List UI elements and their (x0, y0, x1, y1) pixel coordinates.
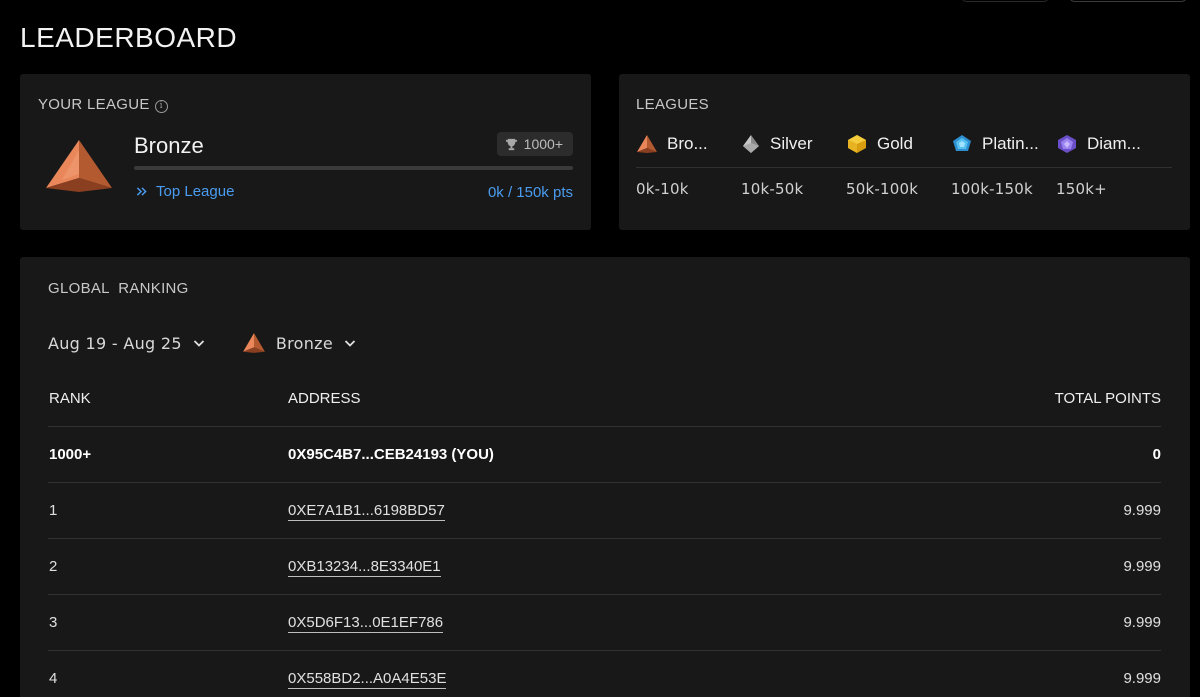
table-row: 2 0XB13234...8E3340E1 9.999 (48, 539, 1161, 595)
row-points: 9.999 (1123, 670, 1161, 687)
row-rank: 1000+ (49, 446, 92, 463)
col-rank-header: RANK (49, 389, 91, 407)
gold-gem-icon (848, 135, 866, 153)
page-title: LEADERBOARD (20, 22, 238, 53)
diamond-gem-icon (1058, 135, 1076, 153)
table-row: 3 0X5D6F13...0E1EF786 9.999 (48, 595, 1161, 651)
table-row-you: 1000+ 0X95C4B7...CEB24193 (YOU) 0 (48, 427, 1161, 483)
league-diamond: Diam... (1056, 134, 1172, 154)
row-points: 9.999 (1123, 614, 1161, 631)
row-address-link[interactable]: 0XB13234...8E3340E1 (288, 558, 441, 577)
league-silver: Silver (741, 134, 846, 154)
ranking-filters: Aug 19 - Aug 25 Bronze (48, 332, 357, 354)
rank-badge-value: 1000+ (523, 136, 563, 152)
row-points: 0 (1152, 446, 1161, 463)
rank-badge: 1000+ (496, 132, 573, 156)
current-league-name: Bronze (134, 133, 204, 158)
table-row: 1 0XE7A1B1...6198BD57 9.999 (48, 483, 1161, 539)
leagues-names-row: Bro... Silver Gold Platin... Diam... (636, 134, 1172, 154)
league-range-gold: 50k-100k (846, 180, 919, 198)
table-header: RANK ADDRESS TOTAL POINTS (48, 370, 1161, 427)
header-divider (960, 0, 1050, 2)
league-name-platinum: Platin... (982, 134, 1039, 153)
global-ranking-label: GLOBAL RANKING (48, 280, 189, 297)
league-dropdown[interactable]: Bronze (242, 332, 357, 354)
row-address: 0X95C4B7...CEB24193 (YOU) (288, 446, 494, 463)
league-range-bronze: 0k-10k (636, 180, 689, 198)
league-name-diamond: Diam... (1087, 134, 1141, 153)
league-name-silver: Silver (770, 134, 813, 153)
col-address-header: ADDRESS (288, 389, 361, 407)
platinum-gem-icon (953, 135, 971, 151)
league-dropdown-value: Bronze (275, 333, 334, 353)
league-name-bronze: Bro... (667, 134, 708, 153)
row-address-link[interactable]: 0X558BD2...A0A4E53E (288, 670, 447, 689)
row-address-link[interactable]: 0X5D6F13...0E1EF786 (288, 614, 444, 633)
ranking-table: RANK ADDRESS TOTAL POINTS 1000+ 0X95C4B7… (48, 370, 1161, 697)
double-chevron-right-icon (136, 187, 147, 196)
leagues-divider (636, 167, 1172, 168)
info-icon[interactable]: i (154, 100, 168, 113)
bronze-pyramid-icon (242, 333, 265, 353)
row-address-link[interactable]: 0XE7A1B1...6198BD57 (288, 502, 445, 521)
bronze-pyramid-icon (637, 135, 657, 153)
leagues-ranges-row: 0k-10k 10k-50k 50k-100k 100k-150k 150k+ (636, 180, 1172, 198)
trophy-icon (505, 138, 517, 150)
global-ranking-card: GLOBAL RANKING Aug 19 - Aug 25 Bronze RA… (20, 257, 1190, 697)
account-pill[interactable] (1068, 0, 1188, 2)
your-league-header: YOUR LEAGUE i (38, 96, 168, 113)
leagues-card: LEAGUES Bro... Silver Gold Platin... Dia… (619, 74, 1190, 230)
row-points: 9.999 (1123, 558, 1161, 575)
chevron-down-icon (193, 340, 204, 347)
row-points: 9.999 (1123, 502, 1161, 519)
chevron-down-icon (344, 340, 356, 347)
row-rank: 3 (49, 614, 58, 631)
your-league-label: YOUR LEAGUE (38, 96, 150, 113)
bronze-pyramid-icon (46, 140, 112, 192)
top-league-label: Top League (156, 183, 235, 200)
league-points: 0k / 150k pts (487, 184, 573, 201)
row-rank: 2 (49, 558, 58, 575)
your-league-card: YOUR LEAGUE i Bronze 1000+ Top League 0k … (20, 74, 591, 230)
league-range-diamond: 150k+ (1056, 180, 1107, 198)
league-name-gold: Gold (877, 134, 913, 153)
col-points-header: TOTAL POINTS (1054, 389, 1161, 407)
row-rank: 4 (49, 670, 58, 687)
row-rank: 1 (49, 502, 58, 519)
table-row: 4 0X558BD2...A0A4E53E 9.999 (48, 651, 1161, 697)
silver-octahedron-icon (743, 135, 759, 153)
date-range-value: Aug 19 - Aug 25 (48, 333, 182, 353)
league-gold: Gold (846, 134, 951, 154)
league-range-platinum: 100k-150k (951, 180, 1033, 198)
league-platinum: Platin... (951, 134, 1056, 154)
league-progress-bar (134, 166, 573, 170)
league-bronze: Bro... (636, 134, 741, 154)
date-range-dropdown[interactable]: Aug 19 - Aug 25 (48, 334, 206, 353)
leagues-label: LEAGUES (636, 96, 709, 113)
league-range-silver: 10k-50k (741, 180, 804, 198)
top-league-link[interactable]: Top League (136, 183, 234, 200)
